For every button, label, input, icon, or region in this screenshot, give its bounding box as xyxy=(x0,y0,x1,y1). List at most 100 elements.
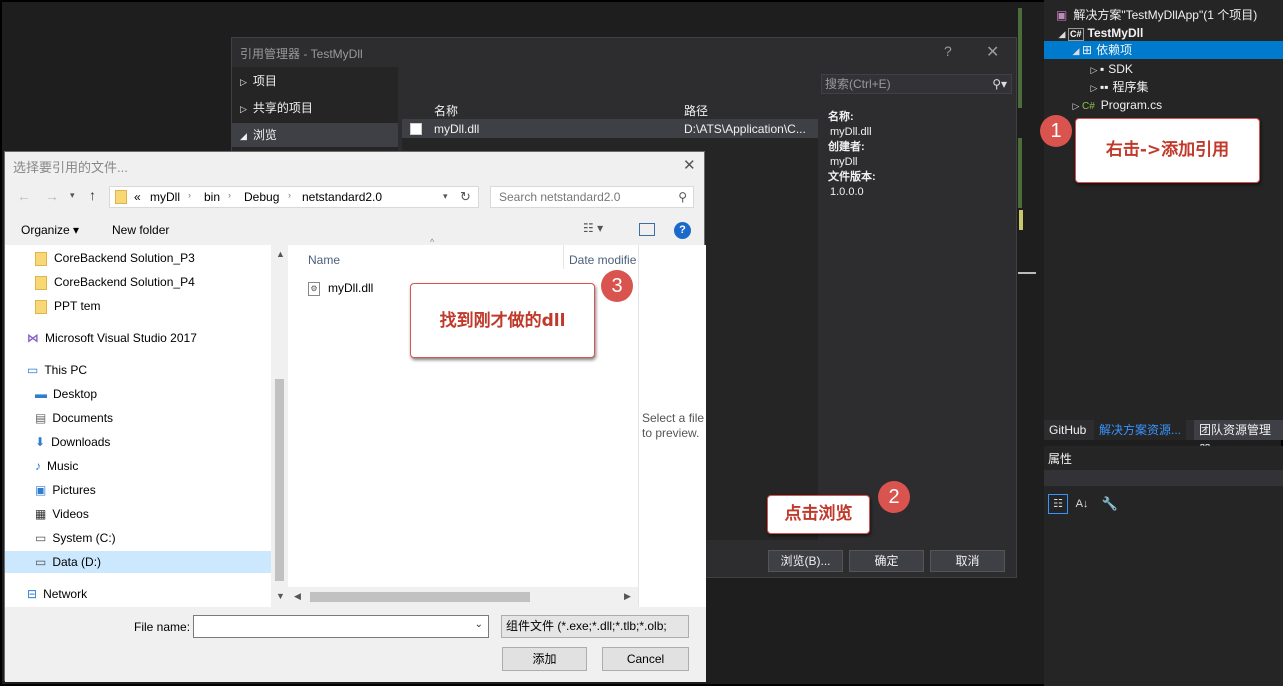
nav-music[interactable]: ♪ Music xyxy=(35,455,78,477)
breadcrumb-bin[interactable]: bin xyxy=(204,190,220,204)
breadcrumb-debug[interactable]: Debug xyxy=(244,190,279,204)
help-button[interactable]: ? xyxy=(944,43,952,59)
dll-file-icon: ⚙ xyxy=(308,281,320,296)
categorized-icon[interactable]: ☷ xyxy=(1048,494,1068,514)
properties-combo[interactable] xyxy=(1044,470,1283,486)
column-name[interactable]: 名称 xyxy=(434,102,458,119)
navigation-scrollbar[interactable]: ▲ ▼ xyxy=(271,245,288,607)
recent-chevron-icon[interactable]: ▾ xyxy=(70,190,75,201)
view-options-icon[interactable]: ☷ ▾ xyxy=(583,221,603,235)
nav-network[interactable]: ⊟ Network xyxy=(27,583,87,605)
column-path[interactable]: 路径 xyxy=(684,102,708,119)
folder-icon xyxy=(35,299,47,314)
scroll-right-icon[interactable]: ▶ xyxy=(624,591,631,602)
scroll-indicator xyxy=(1018,272,1036,274)
detail-name-label: 名称: xyxy=(828,111,854,123)
collapse-icon: ▷ xyxy=(1090,83,1098,93)
properties-title: 属性 xyxy=(1048,452,1073,466)
sdk-node[interactable]: ▷ ▪ SDK xyxy=(1088,60,1133,78)
scroll-up-icon[interactable]: ▲ xyxy=(276,249,285,259)
reference-search-input[interactable]: 搜索(Ctrl+E) ⚲▾ xyxy=(821,74,1012,94)
dependencies-node[interactable]: ◢ ⊞ 依赖项 xyxy=(1044,41,1283,59)
nav-browse[interactable]: ◢ 浏览 xyxy=(232,123,398,147)
nav-desktop[interactable]: ▬ Desktop xyxy=(35,383,97,405)
alphabetical-icon[interactable]: A↓ xyxy=(1072,494,1092,514)
search-input[interactable]: Search netstandard2.0 ⚲ xyxy=(490,186,694,208)
nav-pictures[interactable]: ▣ Pictures xyxy=(35,479,96,501)
nav-this-pc[interactable]: ▭ This PC xyxy=(27,359,87,381)
callout-find-dll: 找到刚才做的dll xyxy=(410,283,595,358)
preview-pane: Select a file to preview. xyxy=(638,245,706,607)
solution-node[interactable]: ▣ 解决方案"TestMyDllApp"(1 个项目) xyxy=(1056,6,1257,24)
nav-folder-ppt[interactable]: PPT tem xyxy=(35,295,100,317)
refresh-icon[interactable]: ↻ xyxy=(460,189,471,205)
computer-icon: ▭ xyxy=(27,363,39,377)
nav-folder-p3[interactable]: CoreBackend Solution_P3 xyxy=(35,247,195,269)
organize-button[interactable]: Organize ▾ xyxy=(21,223,79,237)
forward-arrow-icon[interactable]: → xyxy=(45,188,59,204)
file-item[interactable]: ⚙ myDll.dll xyxy=(308,281,373,296)
file-list-scrollbar[interactable]: ◀ ▶ xyxy=(288,587,638,607)
dialog-title: 引用管理器 - TestMyDll xyxy=(240,47,363,61)
column-date[interactable]: Date modifie xyxy=(569,253,636,267)
step-badge-1: 1 xyxy=(1040,115,1072,147)
breadcrumb-netstandard[interactable]: netstandard2.0 xyxy=(302,190,382,204)
new-folder-button[interactable]: New folder xyxy=(112,223,169,237)
tab-github[interactable]: GitHub xyxy=(1044,420,1091,440)
dialog-footer: File name: ⌄ 组件文件 (*.exe;*.dll;*.tlb;*.o… xyxy=(5,607,706,682)
row-name: myDll.dll xyxy=(434,122,480,136)
preview-pane-icon[interactable] xyxy=(639,223,655,236)
nav-downloads[interactable]: ⬇ Downloads xyxy=(35,431,110,453)
up-arrow-icon[interactable]: ↑ xyxy=(89,187,96,203)
search-icon[interactable]: ⚲▾ xyxy=(992,75,1007,93)
help-icon[interactable]: ? xyxy=(674,222,691,239)
nav-documents[interactable]: ▤ Documents xyxy=(35,407,113,429)
filetype-select[interactable]: 组件文件 (*.exe;*.dll;*.tlb;*.olb; xyxy=(501,615,689,638)
assembly-icon: ▪▪ xyxy=(1100,80,1109,94)
breadcrumb-mydll[interactable]: myDll xyxy=(150,190,180,204)
folder-icon xyxy=(35,275,47,290)
scrollbar-thumb[interactable] xyxy=(275,379,284,581)
csharp-file-icon: C# xyxy=(1082,101,1095,112)
cancel-button[interactable]: 取消 xyxy=(930,550,1005,572)
add-button[interactable]: 添加 xyxy=(502,647,587,671)
visual-studio-icon: ⋈ xyxy=(27,331,39,345)
ok-button[interactable]: 确定 xyxy=(849,550,924,572)
breadcrumb-overflow[interactable]: « xyxy=(134,190,141,204)
close-button[interactable]: ✕ xyxy=(986,42,999,62)
back-arrow-icon[interactable]: ← xyxy=(17,188,31,204)
browse-button[interactable]: 浏览(B)... xyxy=(768,550,843,572)
tab-solution-explorer[interactable]: 解决方案资源... xyxy=(1094,420,1187,440)
close-button[interactable]: ✕ xyxy=(683,156,696,174)
dialog-toolbar: Organize ▾ New folder ☷ ▾ ? xyxy=(5,216,706,244)
nav-visual-studio[interactable]: ⋈ Microsoft Visual Studio 2017 xyxy=(27,327,197,349)
project-node[interactable]: ◢ C# TestMyDll xyxy=(1056,24,1143,42)
address-bar[interactable]: « myDll › bin › Debug › netstandard2.0 ▾… xyxy=(109,186,479,208)
reference-details: 名称: myDll.dll 创建者: myDll 文件版本: 1.0.0.0 xyxy=(828,110,876,200)
nav-system-drive[interactable]: ▭ System (C:) xyxy=(35,527,116,549)
nav-data-drive[interactable]: ▭ Data (D:) xyxy=(5,551,271,573)
breadcrumb-separator-icon: › xyxy=(188,190,191,200)
nav-videos[interactable]: ▦ Videos xyxy=(35,503,89,525)
tab-team-explorer[interactable]: 团队资源管理器 xyxy=(1194,420,1283,457)
row-checkbox[interactable] xyxy=(410,123,422,135)
dialog-title: 选择要引用的文件... xyxy=(13,160,128,175)
sdk-icon: ▪ xyxy=(1100,62,1105,76)
scroll-down-icon[interactable]: ▼ xyxy=(276,591,285,601)
assemblies-node[interactable]: ▷ ▪▪ 程序集 xyxy=(1088,78,1149,96)
list-item[interactable]: myDll.dll D:\ATS\Application\C... xyxy=(402,120,818,138)
network-icon: ⊟ xyxy=(27,587,38,601)
scrollbar-thumb[interactable] xyxy=(310,592,530,602)
nav-projects[interactable]: ▷ 项目 xyxy=(232,69,398,93)
chevron-down-icon[interactable]: ⌄ xyxy=(475,619,483,630)
nav-shared-projects[interactable]: ▷ 共享的项目 xyxy=(232,96,398,120)
filename-input[interactable]: ⌄ xyxy=(193,615,489,638)
nav-folder-p4[interactable]: CoreBackend Solution_P4 xyxy=(35,271,195,293)
change-marker xyxy=(1018,8,1022,108)
property-pages-icon[interactable]: 🔧 xyxy=(1100,494,1120,514)
cancel-button[interactable]: Cancel xyxy=(602,647,689,671)
scroll-left-icon[interactable]: ◀ xyxy=(294,591,301,602)
column-name[interactable]: Name xyxy=(308,253,340,267)
address-dropdown-icon[interactable]: ▾ xyxy=(443,191,448,202)
program-node[interactable]: ▷ C# Program.cs xyxy=(1070,96,1163,114)
